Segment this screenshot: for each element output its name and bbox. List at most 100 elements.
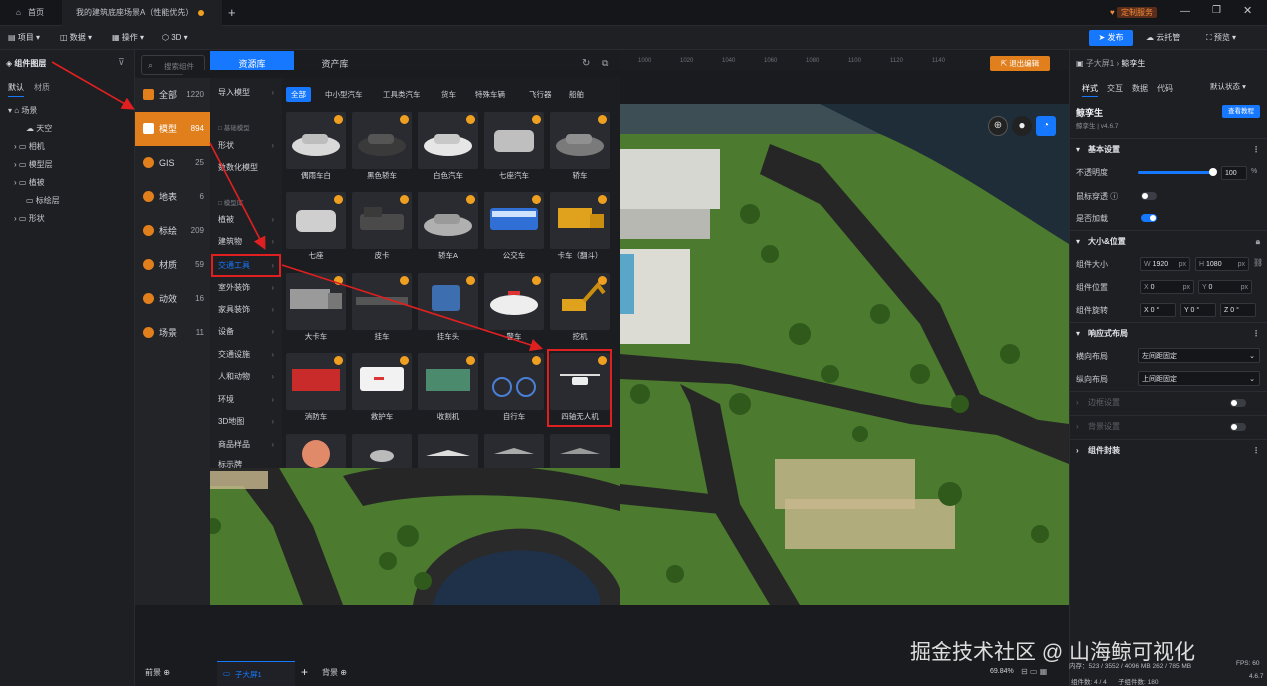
subcat-environment[interactable]: 环境 › bbox=[210, 389, 282, 411]
menu-3d[interactable]: ⬡ 3D ▾ bbox=[162, 26, 188, 50]
restore-icon[interactable]: ❐ bbox=[1212, 5, 1221, 16]
tab-document[interactable]: 我的建筑底座场景A（性能优先） bbox=[62, 0, 222, 26]
new-tab-button[interactable]: + bbox=[228, 0, 244, 26]
foreground-tab[interactable]: 前景 ⊕ bbox=[145, 667, 170, 678]
tree-item-plot-layer[interactable]: ▭ 标绘层 bbox=[0, 192, 134, 210]
asset-card[interactable]: 消防车 bbox=[286, 353, 346, 425]
subcat-import[interactable]: 导入模型 › bbox=[210, 82, 282, 104]
tree-item-sky[interactable]: ☁ 天空 bbox=[0, 120, 134, 138]
subcat-outdoor[interactable]: 室外装饰 › bbox=[210, 277, 282, 299]
view-tutorial-button[interactable]: 查看教程 bbox=[1222, 105, 1260, 118]
subcat-products[interactable]: 商品样品 › bbox=[210, 434, 282, 456]
asset-card[interactable]: 救护车 bbox=[352, 353, 412, 425]
screen-tab[interactable]: ▭ 子大屏1 bbox=[217, 661, 295, 686]
subcat-vegetation[interactable]: 植被 › bbox=[210, 209, 282, 231]
asset-card[interactable]: 轿车 bbox=[550, 112, 610, 184]
more-icon[interactable]: ⋮ bbox=[1252, 139, 1260, 161]
height-input[interactable]: H 1080 px bbox=[1195, 257, 1249, 271]
asset-card[interactable]: 卡车（翻斗） bbox=[550, 192, 610, 264]
category-plot[interactable]: 标绘 209 bbox=[135, 214, 210, 248]
subcat-furniture[interactable]: 家具装饰 › bbox=[210, 299, 282, 321]
category-material[interactable]: 材质 59 bbox=[135, 248, 210, 282]
subcat-equipment[interactable]: 设备 › bbox=[210, 321, 282, 343]
section-size-position[interactable]: ▾ 大小&位置 🔒︎ bbox=[1070, 230, 1267, 252]
chip-utility-car[interactable]: 工具类汽车 bbox=[378, 87, 426, 102]
subcat-digital[interactable]: 数数化模型 bbox=[210, 157, 282, 179]
subcat-building[interactable]: 建筑物 › bbox=[210, 231, 282, 253]
chip-aircraft[interactable]: 飞行器 bbox=[524, 87, 557, 102]
mouse-through-toggle[interactable] bbox=[1141, 192, 1157, 200]
width-input[interactable]: W 1920 px bbox=[1140, 257, 1190, 271]
asset-card[interactable]: 七座汽车 bbox=[484, 112, 544, 184]
opacity-slider[interactable] bbox=[1138, 171, 1212, 174]
asset-card[interactable]: 收割机 bbox=[418, 353, 478, 425]
record-icon[interactable]: ● bbox=[1012, 116, 1032, 136]
asset-card[interactable]: 黑色轿车 bbox=[352, 112, 412, 184]
state-select[interactable]: 默认状态 ▾ bbox=[1206, 80, 1260, 94]
publish-button[interactable]: ➤ 发布 bbox=[1089, 30, 1133, 46]
tree-item-scene[interactable]: ▾ ⌂ 场景 bbox=[0, 102, 134, 120]
subcat-people-animals[interactable]: 人和动物 › bbox=[210, 366, 282, 388]
opacity-slider-handle[interactable] bbox=[1209, 168, 1217, 176]
subcat-shape[interactable]: 形状 › bbox=[210, 135, 282, 157]
menu-operate[interactable]: ▦ 操作 ▾ bbox=[112, 26, 144, 50]
asset-card[interactable]: 自行车 bbox=[484, 353, 544, 425]
3d-scene-view-lower[interactable] bbox=[183, 466, 620, 605]
rotation-y-input[interactable]: Y 0 ° bbox=[1180, 303, 1216, 317]
asset-card[interactable] bbox=[418, 434, 478, 468]
add-screen-button[interactable]: + bbox=[301, 665, 308, 679]
category-all[interactable]: 全部 1220 bbox=[135, 78, 210, 112]
y-input[interactable]: Y 0 px bbox=[1198, 280, 1252, 294]
refresh-icon[interactable]: ↻ bbox=[582, 58, 590, 69]
tree-item-shape[interactable]: › ▭ 形状 bbox=[0, 210, 134, 228]
load-toggle[interactable] bbox=[1141, 214, 1157, 222]
cloud-host-button[interactable]: ☁ 云托管 bbox=[1146, 26, 1180, 50]
filter-icon[interactable]: ⊽ bbox=[118, 57, 125, 68]
chip-small-car[interactable]: 中小型汽车 bbox=[320, 87, 368, 102]
rotation-z-input[interactable]: Z 0 ° bbox=[1220, 303, 1256, 317]
chip-ship[interactable]: 船舶 bbox=[564, 87, 589, 102]
chip-truck[interactable]: 货车 bbox=[436, 87, 461, 102]
tree-item-vegetation[interactable]: › ▭ 植被 bbox=[0, 174, 134, 192]
locate-icon[interactable]: ⊕ bbox=[988, 116, 1008, 136]
x-input[interactable]: X 0 px bbox=[1140, 280, 1194, 294]
asset-card[interactable]: 七座 bbox=[286, 192, 346, 264]
exit-edit-button[interactable]: ⇱ 退出编辑 bbox=[990, 56, 1050, 71]
minimize-icon[interactable]: — bbox=[1180, 6, 1190, 17]
opacity-input[interactable]: 100 bbox=[1221, 166, 1247, 180]
menu-project[interactable]: ▤ 项目 ▾ bbox=[8, 26, 40, 50]
tab-code[interactable]: 代码 bbox=[1157, 83, 1173, 94]
3d-scene-view[interactable]: ⊕ ● ◔ bbox=[620, 104, 1069, 605]
popout-icon[interactable]: ⧉ bbox=[602, 58, 608, 69]
tab-interaction[interactable]: 交互 bbox=[1107, 83, 1123, 94]
category-effect[interactable]: 动效 16 bbox=[135, 282, 210, 316]
asset-card[interactable] bbox=[352, 434, 412, 468]
rotation-x-input[interactable]: X 0 ° bbox=[1140, 303, 1176, 317]
asset-card[interactable]: 挖机 bbox=[550, 273, 610, 345]
tab-data[interactable]: 数据 bbox=[1132, 83, 1148, 94]
background-toggle[interactable] bbox=[1230, 423, 1246, 431]
category-gis[interactable]: GIS 25 bbox=[135, 146, 210, 180]
link-icon[interactable]: ⛓ bbox=[1253, 258, 1263, 267]
fit-screen-icon[interactable]: ⊟ ▭ ▦ bbox=[1021, 667, 1047, 676]
menu-data[interactable]: ◫ 数据 ▾ bbox=[60, 26, 92, 50]
close-icon[interactable]: ✕ bbox=[1243, 4, 1252, 17]
asset-card[interactable] bbox=[550, 434, 610, 468]
subcat-3dmap[interactable]: 3D地图 › bbox=[210, 411, 282, 433]
border-toggle[interactable] bbox=[1230, 399, 1246, 407]
tab-style[interactable]: 样式 bbox=[1082, 83, 1098, 97]
category-scene[interactable]: 场景 11 bbox=[135, 316, 210, 350]
asset-card[interactable] bbox=[286, 434, 346, 468]
tree-item-model-layer[interactable]: › ▭ 模型层 bbox=[0, 156, 134, 174]
section-responsive[interactable]: ▾ 响应式布局 ⋮ bbox=[1070, 322, 1267, 344]
asset-card[interactable]: 白色汽车 bbox=[418, 112, 478, 184]
more-icon[interactable]: ⋮ bbox=[1252, 323, 1260, 345]
tab-home[interactable]: ⌂ 首页 bbox=[0, 0, 60, 26]
horizontal-layout-select[interactable]: 左间距固定 ⌄ bbox=[1138, 348, 1260, 363]
asset-card[interactable]: 警车 bbox=[484, 273, 544, 345]
section-basic[interactable]: ▾ 基本设置 ⋮ bbox=[1070, 138, 1267, 160]
chip-special[interactable]: 特殊车辆 bbox=[470, 87, 510, 102]
section-package[interactable]: › 组件封装 ⋮ bbox=[1070, 439, 1267, 461]
asset-card[interactable]: 挂车头 bbox=[418, 273, 478, 345]
lock-icon[interactable]: 🔒︎ bbox=[1256, 231, 1260, 253]
